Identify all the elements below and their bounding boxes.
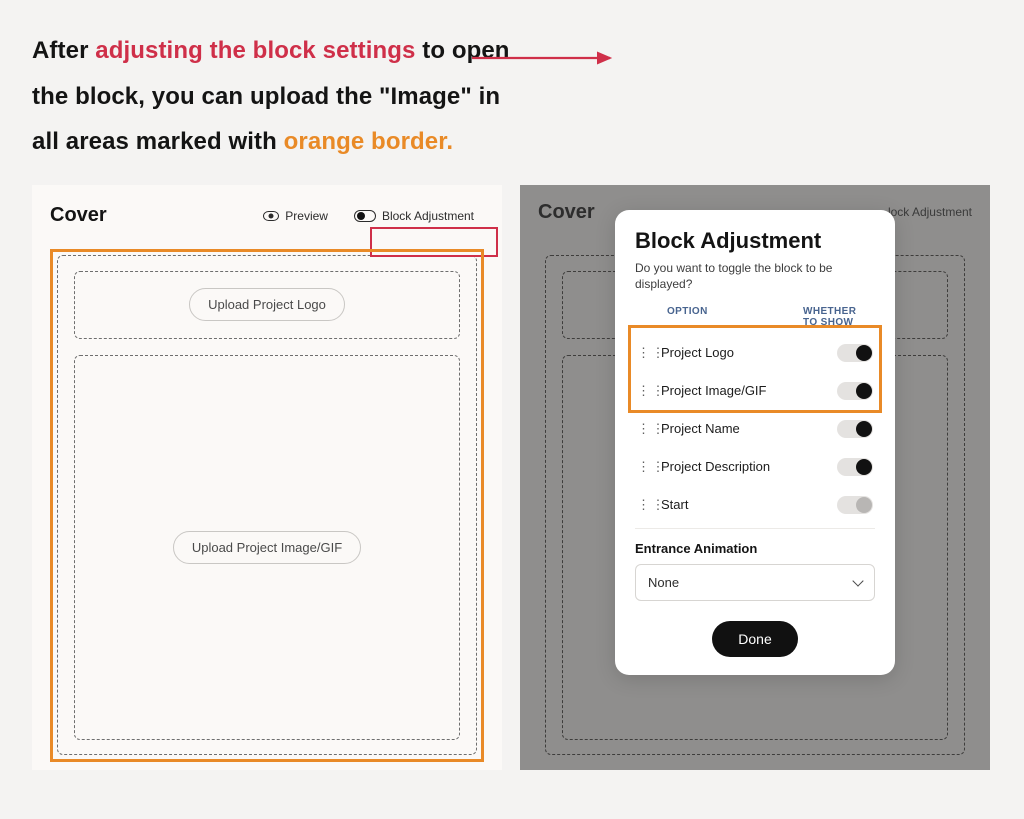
divider bbox=[635, 528, 875, 529]
headline-highlight-red: adjusting the block settings bbox=[95, 37, 415, 64]
option-row-project-name: ⋮⋮ Project Name bbox=[635, 410, 875, 448]
toggle-project-description[interactable] bbox=[837, 458, 873, 476]
block-adjustment-label-ghost: lock Adjustment bbox=[888, 205, 972, 219]
upload-logo-button[interactable]: Upload Project Logo bbox=[189, 288, 345, 321]
right-panel: Cover lock Adjustment Block Adjustment D… bbox=[520, 185, 990, 770]
page-title: Cover bbox=[538, 201, 595, 224]
headline-text: all areas marked with bbox=[32, 128, 284, 155]
option-label: Project Name bbox=[661, 421, 823, 437]
page-title: Cover bbox=[50, 204, 107, 227]
block-adjustment-popup: Block Adjustment Do you want to toggle t… bbox=[615, 210, 895, 675]
option-row-project-logo: ⋮⋮ Project Logo bbox=[635, 334, 875, 372]
option-label: Project Description bbox=[661, 459, 823, 475]
select-value: None bbox=[648, 575, 679, 590]
drag-handle-icon[interactable]: ⋮⋮ bbox=[637, 463, 647, 471]
left-panel: Cover Preview Block Adjustment Upload Pr… bbox=[32, 185, 502, 770]
popup-subtitle: Do you want to toggle the block to be di… bbox=[635, 260, 875, 292]
option-row-project-description: ⋮⋮ Project Description bbox=[635, 448, 875, 486]
block-adjustment-label: Block Adjustment bbox=[382, 209, 474, 223]
block-adjustment-button[interactable]: Block Adjustment bbox=[344, 201, 484, 231]
toggle-start[interactable] bbox=[837, 496, 873, 514]
option-row-project-image: ⋮⋮ Project Image/GIF bbox=[635, 372, 875, 410]
logo-dropzone[interactable]: Upload Project Logo bbox=[74, 271, 460, 339]
headline-text: After bbox=[32, 37, 95, 64]
drag-handle-icon[interactable]: ⋮⋮ bbox=[637, 501, 647, 509]
eye-icon bbox=[263, 211, 279, 221]
upload-image-button[interactable]: Upload Project Image/GIF bbox=[173, 531, 361, 564]
legend-option: OPTION bbox=[667, 306, 708, 328]
option-row-start: ⋮⋮ Start bbox=[635, 486, 875, 524]
image-dropzone[interactable]: Upload Project Image/GIF bbox=[74, 355, 460, 740]
headline-highlight-orange: orange border. bbox=[284, 128, 453, 155]
toggle-project-logo[interactable] bbox=[837, 344, 873, 362]
headline-text: to open bbox=[415, 37, 509, 64]
option-label: Start bbox=[661, 497, 823, 513]
legend-show: WHETHER TO SHOW bbox=[803, 306, 873, 328]
instruction-headline: After adjusting the block settings to op… bbox=[0, 0, 1024, 175]
preview-button[interactable]: Preview bbox=[263, 209, 328, 223]
drag-handle-icon[interactable]: ⋮⋮ bbox=[637, 425, 647, 433]
option-label: Project Image/GIF bbox=[661, 383, 823, 399]
preview-label: Preview bbox=[285, 209, 328, 223]
done-button[interactable]: Done bbox=[712, 621, 797, 657]
entrance-animation-select[interactable]: None bbox=[635, 564, 875, 601]
option-label: Project Logo bbox=[661, 345, 823, 361]
chevron-down-icon bbox=[852, 575, 863, 586]
drag-handle-icon[interactable]: ⋮⋮ bbox=[637, 387, 647, 395]
toggle-icon bbox=[354, 210, 376, 222]
popup-title: Block Adjustment bbox=[635, 228, 875, 254]
drag-handle-icon[interactable]: ⋮⋮ bbox=[637, 349, 647, 357]
toggle-project-image[interactable] bbox=[837, 382, 873, 400]
headline-text: the block, you can upload the "Image" in bbox=[32, 74, 992, 120]
toggle-project-name[interactable] bbox=[837, 420, 873, 438]
entrance-animation-label: Entrance Animation bbox=[635, 541, 875, 556]
